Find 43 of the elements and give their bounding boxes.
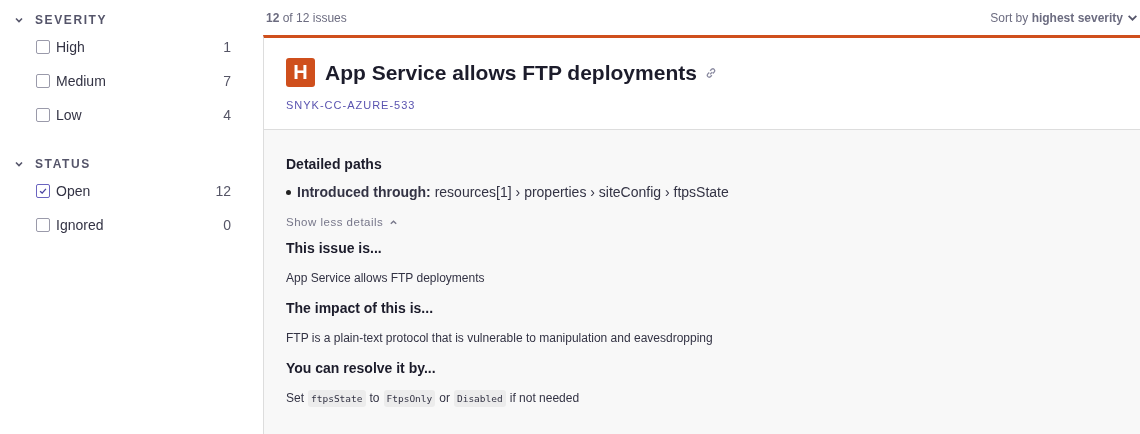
checkbox[interactable] [36,218,50,232]
chevron-icon[interactable] [14,15,24,25]
code-snippet: Disabled [453,389,506,407]
filter-group-title: SEVERITY [35,13,108,27]
path-text: Introduced through: resources[1] › properties › siteConfig › ftpsState [297,184,729,200]
issue-id-link[interactable]: SNYK-CC-AZURE-533 [286,99,416,111]
checkbox[interactable] [36,74,50,88]
section-heading: You can resolve it by... [286,360,437,376]
filter-label[interactable]: High [56,39,224,55]
chevron-icon[interactable] [14,159,24,169]
body-text: or [439,391,450,405]
filter-label[interactable]: Open [56,183,216,199]
checkmark-icon [38,186,48,196]
severity-badge: H [286,58,315,87]
section-heading: This issue is... [286,240,383,256]
checkbox[interactable] [36,40,50,54]
filter-count: 0 [223,217,231,233]
checkbox[interactable] [36,108,50,122]
checkbox[interactable] [36,184,50,198]
filter-count: 4 [223,107,231,123]
filter-count: 1 [223,39,231,55]
section-heading: The impact of this is... [286,300,435,316]
filter-label[interactable]: Medium [56,73,224,89]
body-text: Set [286,391,304,405]
caret-icon [1127,12,1138,23]
caret-icon [389,217,399,227]
issue-title: App Service allows FTP deployments [325,60,697,85]
filter-group-title: STATUS [35,157,91,171]
sort-dropdown[interactable]: Sort by highest severity [990,10,1140,25]
filter-label[interactable]: Ignored [56,217,224,233]
code-snippet: ftpsState [308,389,366,407]
body-text: FTP is a plain-text protocol that is vulnerable to manipulation and eavesdropping [286,331,713,345]
code-snippet: FtpsOnly [383,389,436,407]
body-text: App Service allows FTP deployments [286,271,485,285]
issue-count: 12 of 12 issues [266,10,347,25]
section-heading: Detailed paths [286,156,383,172]
filter-count: 12 [215,183,231,199]
bullet-icon [286,189,291,195]
body-text: to [369,391,380,405]
show-less-toggle[interactable]: Show less details [286,216,399,228]
body-text: if not needed [509,391,580,405]
filter-label[interactable]: Low [56,107,224,123]
filter-count: 7 [223,73,231,89]
